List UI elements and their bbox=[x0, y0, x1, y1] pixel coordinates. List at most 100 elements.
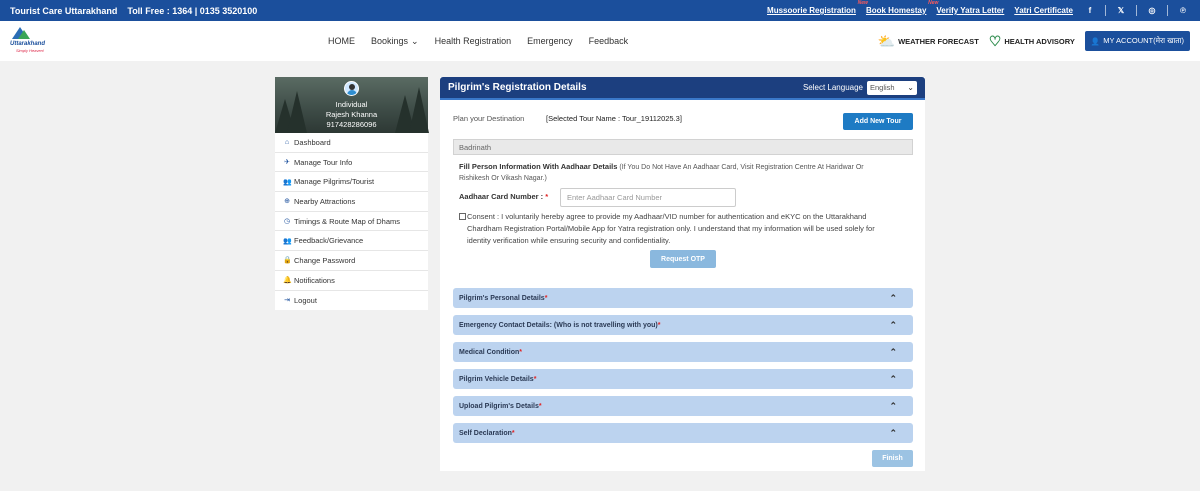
chevron-up-icon: ⌃ bbox=[889, 319, 897, 330]
facebook-icon[interactable]: f bbox=[1083, 6, 1097, 15]
accordion-label: Medical Condition bbox=[459, 348, 520, 356]
nav-health-registration[interactable]: Health Registration bbox=[435, 36, 512, 46]
destination-field: Badrinath bbox=[453, 139, 913, 155]
sidebar-item-label: Timings & Route Map of Dhams bbox=[294, 216, 401, 226]
aadhaar-heading: Fill Person Information With Aadhaar Det… bbox=[459, 162, 618, 171]
mussoorie-registration-link[interactable]: Mussoorie Registration New bbox=[767, 0, 868, 15]
book-homestay-link[interactable]: Book Homestay New bbox=[865, 0, 938, 15]
user-icon: 👤 bbox=[1090, 36, 1101, 46]
sidebar-item-change-password[interactable]: 🔒 Change Password bbox=[275, 251, 428, 271]
divider bbox=[1136, 5, 1137, 16]
page-title: Pilgrim's Registration Details bbox=[448, 82, 587, 93]
weather-forecast-link[interactable]: ⛅ WEATHER FORECAST bbox=[878, 33, 979, 50]
sidebar-item-dashboard[interactable]: ⌂ Dashboard bbox=[275, 133, 428, 153]
nav-bookings[interactable]: Bookings ⌄ bbox=[371, 36, 419, 47]
accordion-upload-details[interactable]: Upload Pilgrim's Details * ⌃ bbox=[453, 396, 913, 416]
header-utilities: ⛅ WEATHER FORECAST ♡ HEALTH ADVISORY 👤 M… bbox=[878, 21, 1190, 61]
sidebar-item-timings-route-map[interactable]: ◷ Timings & Route Map of Dhams bbox=[275, 212, 428, 232]
language-value: English bbox=[870, 83, 895, 92]
nav-home[interactable]: HOME bbox=[328, 36, 355, 46]
required-asterisk: * bbox=[544, 294, 548, 302]
bell-icon: 🔔 bbox=[283, 277, 292, 285]
sidebar-item-logout[interactable]: ⇥ Logout bbox=[275, 291, 428, 311]
my-account-button[interactable]: 👤 MY ACCOUNT(मेरा खाता) bbox=[1084, 31, 1190, 51]
health-advisory-link[interactable]: ♡ HEALTH ADVISORY bbox=[989, 33, 1075, 50]
language-label: Select Language bbox=[802, 83, 863, 92]
aadhaar-instructions: Fill Person Information With Aadhaar Det… bbox=[459, 161, 889, 184]
users-icon: 👥 bbox=[283, 237, 292, 245]
required-asterisk: * bbox=[545, 192, 549, 201]
yatri-certificate-link[interactable]: Yatri Certificate bbox=[1014, 6, 1073, 15]
accordion-label: Upload Pilgrim's Details bbox=[459, 402, 539, 410]
top-bar-left: Tourist Care Uttarakhand Toll Free : 136… bbox=[10, 6, 257, 16]
weather-label: WEATHER FORECAST bbox=[898, 36, 979, 46]
profile-phone: 917428286096 bbox=[326, 120, 377, 129]
sidebar-item-manage-tour-info[interactable]: ✈ Manage Tour Info bbox=[275, 153, 428, 173]
sidebar-item-label: Change Password bbox=[294, 255, 356, 265]
consent-text: Consent : I voluntarily hereby agree to … bbox=[467, 212, 875, 245]
sidebar-item-label: Dashboard bbox=[294, 137, 331, 147]
accordion-label: Pilgrim Vehicle Details bbox=[459, 375, 534, 383]
finish-button[interactable]: Finish bbox=[872, 450, 913, 467]
health-heart-icon: ♡ bbox=[988, 32, 1002, 49]
toll-free: Toll Free : 1364 | 0135 3520100 bbox=[127, 5, 258, 16]
language-select[interactable]: English ⌄ bbox=[867, 80, 917, 95]
link-label: Book Homestay bbox=[865, 6, 927, 15]
aadhaar-number-input[interactable]: Enter Aadhaar Card Number bbox=[560, 188, 736, 207]
aadhaar-label-text: Aadhaar Card Number : bbox=[459, 192, 544, 201]
weather-icon: ⛅ bbox=[877, 32, 896, 49]
sidebar-item-manage-pilgrims[interactable]: 👥 Manage Pilgrims/Tourist bbox=[275, 172, 428, 193]
clock-icon: ◷ bbox=[283, 218, 291, 226]
accordion-label: Pilgrim's Personal Details bbox=[459, 294, 545, 302]
avatar bbox=[344, 81, 359, 96]
sidebar-item-notifications[interactable]: 🔔 Notifications bbox=[275, 271, 428, 291]
sidebar-item-label: Logout bbox=[294, 295, 317, 305]
accordion-label: Self Declaration bbox=[459, 429, 512, 437]
home-icon: ⌂ bbox=[284, 138, 290, 146]
add-new-tour-button[interactable]: Add New Tour bbox=[843, 113, 913, 130]
plan-destination-label: Plan your Destination bbox=[453, 114, 525, 123]
nav-emergency[interactable]: Emergency bbox=[527, 36, 573, 46]
sidebar-item-label: Manage Tour Info bbox=[294, 157, 353, 167]
sidebar-item-nearby-attractions[interactable]: ⊕ Nearby Attractions bbox=[275, 192, 428, 212]
accordion-emergency-contact[interactable]: Emergency Contact Details: (Who is not t… bbox=[453, 315, 913, 335]
required-asterisk: * bbox=[533, 375, 537, 383]
accordion-label: Emergency Contact Details: (Who is not t… bbox=[459, 321, 658, 329]
chevron-up-icon: ⌃ bbox=[889, 427, 897, 438]
profile-card: Individual Rajesh Khanna 917428286096 bbox=[275, 77, 429, 133]
panel-header: Pilgrim's Registration Details Select La… bbox=[440, 77, 925, 100]
registration-panel: Pilgrim's Registration Details Select La… bbox=[440, 77, 925, 471]
plane-icon: ✈ bbox=[284, 159, 290, 167]
sidebar-item-label: Manage Pilgrims/Tourist bbox=[294, 177, 375, 187]
uttarakhand-logo[interactable]: Uttarakhand Simply Heaven! bbox=[10, 27, 50, 55]
required-asterisk: * bbox=[657, 321, 661, 329]
instagram-icon[interactable]: ◎ bbox=[1145, 6, 1159, 15]
sidebar-item-label: Feedback/Grievance bbox=[294, 236, 364, 246]
selected-tour-name: [Selected Tour Name : Tour_19112025.3] bbox=[546, 114, 682, 123]
logo-mountain bbox=[18, 30, 30, 39]
logo-tagline: Simply Heaven! bbox=[16, 48, 45, 53]
language-selector: Select Language English ⌄ bbox=[802, 80, 917, 95]
pinterest-icon[interactable]: ℗ bbox=[1176, 6, 1190, 15]
request-otp-button[interactable]: Request OTP bbox=[650, 250, 716, 268]
divider bbox=[1167, 5, 1168, 16]
accordion-medical-condition[interactable]: Medical Condition * ⌃ bbox=[453, 342, 913, 362]
chevron-down-icon: ⌄ bbox=[411, 35, 419, 46]
sidebar-item-feedback-grievance[interactable]: 👥 Feedback/Grievance bbox=[275, 231, 428, 252]
chevron-down-icon: ⌄ bbox=[907, 83, 914, 92]
consent-checkbox[interactable] bbox=[459, 213, 466, 220]
sidebar: Individual Rajesh Khanna 917428286096 ⌂ D… bbox=[275, 77, 429, 311]
verify-yatra-letter-link[interactable]: Verify Yatra Letter bbox=[936, 6, 1004, 15]
divider bbox=[1105, 5, 1106, 16]
accordion-vehicle-details[interactable]: Pilgrim Vehicle Details * ⌃ bbox=[453, 369, 913, 389]
avatar-body bbox=[347, 90, 357, 95]
sidebar-item-label: Nearby Attractions bbox=[294, 196, 356, 206]
nav-feedback[interactable]: Feedback bbox=[589, 36, 629, 46]
top-bar: Tourist Care Uttarakhand Toll Free : 136… bbox=[0, 0, 1200, 21]
chevron-up-icon: ⌃ bbox=[889, 292, 897, 303]
accordion-self-declaration[interactable]: Self Declaration * ⌃ bbox=[453, 423, 913, 443]
accordion-personal-details[interactable]: Pilgrim's Personal Details * ⌃ bbox=[453, 288, 913, 308]
compass-icon: ⊕ bbox=[284, 198, 290, 206]
x-icon[interactable]: 𝕏 bbox=[1114, 6, 1128, 15]
nav-label: Bookings bbox=[371, 36, 409, 46]
